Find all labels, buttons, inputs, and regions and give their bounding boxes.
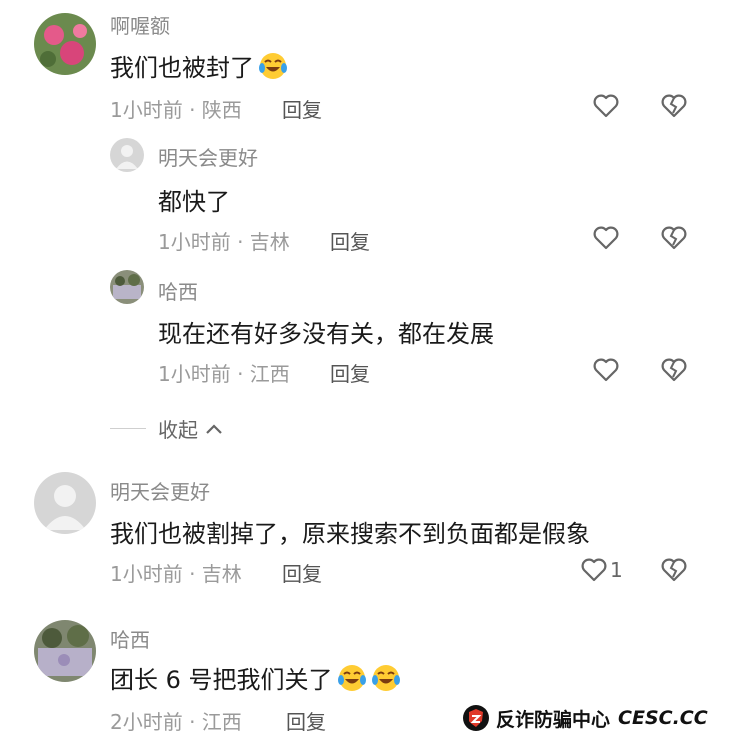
heart-icon xyxy=(593,358,619,382)
comment-username[interactable]: 啊喔额 xyxy=(110,10,170,39)
comment-meta: 1小时前 · 吉林 xyxy=(158,230,290,254)
broken-heart-icon xyxy=(661,358,687,382)
comment-username[interactable]: 明天会更好 xyxy=(110,476,210,505)
broken-heart-icon xyxy=(661,94,687,118)
avatar[interactable] xyxy=(34,13,96,75)
like-button[interactable] xyxy=(592,356,620,384)
avatar[interactable] xyxy=(34,472,96,534)
comment-text-body: 团长 6 号把我们关了 xyxy=(110,666,333,694)
like-button[interactable] xyxy=(592,92,620,120)
broken-heart-icon xyxy=(661,558,687,582)
divider xyxy=(110,428,146,429)
comment-text: 都快了 xyxy=(158,188,230,216)
like-button[interactable]: 1 xyxy=(580,556,630,584)
collapse-replies-button[interactable]: 收起 xyxy=(110,414,224,443)
watermark: 反诈防骗中心 CESC.CC xyxy=(462,704,708,732)
avatar[interactable] xyxy=(34,620,96,682)
avatar[interactable] xyxy=(110,270,144,304)
laughing-tears-emoji-icon xyxy=(371,665,400,691)
dislike-button[interactable] xyxy=(660,556,688,584)
comment-meta: 1小时前 · 江西 xyxy=(158,362,290,386)
photo-avatar-icon xyxy=(34,620,96,682)
default-user-avatar-icon xyxy=(34,472,96,534)
heart-icon xyxy=(581,558,607,582)
comment-text: 我们也被割掉了，原来搜索不到负面都是假象 xyxy=(110,520,590,548)
comment-text: 我们也被封了 xyxy=(110,48,288,83)
default-user-avatar-icon xyxy=(110,138,144,172)
shield-logo-icon xyxy=(463,705,489,731)
heart-icon xyxy=(593,94,619,118)
dislike-button[interactable] xyxy=(660,92,688,120)
like-button[interactable] xyxy=(592,224,620,252)
flower-avatar-icon xyxy=(34,13,96,75)
like-count: 1 xyxy=(610,558,623,582)
dislike-button[interactable] xyxy=(660,356,688,384)
dislike-button[interactable] xyxy=(660,224,688,252)
comment-username[interactable]: 哈西 xyxy=(158,276,198,305)
comment-text-body: 我们也被封了 xyxy=(110,54,254,82)
reply-button[interactable]: 回复 xyxy=(282,94,322,123)
laughing-tears-emoji-icon xyxy=(337,665,366,691)
broken-heart-icon xyxy=(661,226,687,250)
comment-meta: 2小时前 · 江西 xyxy=(110,710,242,734)
comment-text: 现在还有好多没有关，都在发展 xyxy=(158,320,494,348)
heart-icon xyxy=(593,226,619,250)
collapse-label: 收起 xyxy=(158,418,198,442)
avatar[interactable] xyxy=(110,138,144,172)
photo-avatar-icon xyxy=(110,270,144,304)
comment-meta: 1小时前 · 陕西 xyxy=(110,98,242,122)
comment-text: 团长 6 号把我们关了 xyxy=(110,660,401,695)
reply-button[interactable]: 回复 xyxy=(330,358,370,387)
reply-button[interactable]: 回复 xyxy=(286,706,326,735)
watermark-site: CESC.CC xyxy=(618,707,708,729)
comment-username[interactable]: 明天会更好 xyxy=(158,142,258,171)
laughing-tears-emoji-icon xyxy=(259,53,287,79)
watermark-text: 反诈防骗中心 xyxy=(496,708,611,731)
comment-username[interactable]: 哈西 xyxy=(110,624,150,653)
reply-button[interactable]: 回复 xyxy=(282,558,322,587)
comment-meta: 1小时前 · 吉林 xyxy=(110,562,242,586)
reply-button[interactable]: 回复 xyxy=(330,226,370,255)
chevron-up-icon xyxy=(206,423,222,434)
